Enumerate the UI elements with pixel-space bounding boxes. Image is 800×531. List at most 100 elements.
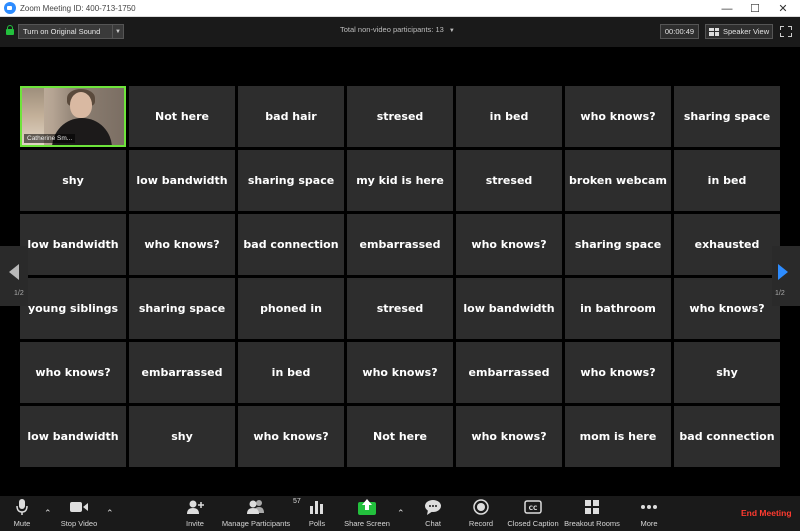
participant-tile[interactable]: sharing space (129, 278, 235, 339)
participant-tile[interactable]: broken webcam (565, 150, 671, 211)
participant-tile[interactable]: young siblings (20, 278, 126, 339)
participant-tile[interactable]: sharing space (674, 86, 780, 147)
minimize-icon[interactable]: — (714, 0, 740, 17)
participant-tile[interactable]: embarrassed (456, 342, 562, 403)
participant-name: stresed (376, 110, 424, 123)
chevron-down-icon[interactable]: ▼ (112, 25, 123, 38)
participant-name: young siblings (27, 302, 119, 315)
next-page-button[interactable]: 1/2 (772, 246, 800, 306)
mute-button[interactable]: Mute (8, 496, 36, 531)
participant-name: who knows? (253, 430, 329, 443)
chat-button[interactable]: Chat (420, 496, 446, 531)
participant-tile[interactable]: who knows? (456, 406, 562, 467)
closed-caption-button[interactable]: CC Closed Caption (504, 496, 562, 531)
invite-label: Invite (186, 519, 204, 528)
arrow-right-icon (778, 264, 788, 280)
participant-tile[interactable]: bad connection (238, 214, 344, 275)
participant-name: Not here (154, 110, 210, 123)
participant-name: broken webcam (569, 174, 667, 187)
participant-tile[interactable]: who knows? (674, 278, 780, 339)
invite-person-icon (186, 496, 204, 518)
participant-name: low bandwidth (136, 174, 228, 187)
participant-tile[interactable]: shy (129, 406, 235, 467)
polls-button[interactable]: Polls (302, 496, 332, 531)
participant-tile[interactable]: low bandwidth (20, 214, 126, 275)
lock-icon[interactable] (6, 25, 14, 35)
stop-video-button[interactable]: Stop Video (56, 496, 102, 531)
non-video-participants-dropdown[interactable]: Total non-video participants: 13 ▼ (340, 25, 455, 34)
participant-tile[interactable]: who knows? (129, 214, 235, 275)
participant-tile[interactable]: shy (674, 342, 780, 403)
participant-name: in bed (707, 174, 747, 187)
speaker-view-button[interactable]: Speaker View (705, 24, 773, 39)
original-sound-button[interactable]: Turn on Original Sound ▼ (18, 24, 124, 39)
record-button[interactable]: Record (466, 496, 496, 531)
participant-tile[interactable]: low bandwidth (456, 278, 562, 339)
participant-tile[interactable]: in bed (456, 86, 562, 147)
previous-page-button[interactable]: 1/2 (0, 246, 28, 306)
participant-tile[interactable]: who knows? (20, 342, 126, 403)
participant-tile[interactable]: bad connection (674, 406, 780, 467)
fullscreen-icon[interactable] (779, 24, 793, 39)
polls-bar-chart-icon (309, 496, 325, 518)
participant-name: embarrassed (468, 366, 550, 379)
more-button[interactable]: More (636, 496, 662, 531)
participant-name: bad hair (265, 110, 317, 123)
participant-tile[interactable]: low bandwidth (129, 150, 235, 211)
participant-tile[interactable]: who knows? (456, 214, 562, 275)
participant-tile[interactable]: who knows? (565, 86, 671, 147)
participant-tile[interactable]: in bed (674, 150, 780, 211)
participant-name: who knows? (35, 366, 111, 379)
participant-name: phoned in (260, 302, 322, 315)
participant-tile[interactable]: who knows? (347, 342, 453, 403)
participant-video-tile[interactable]: Catherine Sm... (20, 86, 126, 147)
share-screen-label: Share Screen (344, 519, 390, 528)
participant-tile[interactable]: sharing space (565, 214, 671, 275)
participant-tile[interactable]: phoned in (238, 278, 344, 339)
window-title-bar: Zoom Meeting ID: 400-713-1750 (0, 0, 800, 17)
invite-button[interactable]: Invite (180, 496, 210, 531)
share-options-caret-icon[interactable]: ⌃ (397, 508, 405, 519)
participant-tile[interactable]: my kid is here (347, 150, 453, 211)
participant-tile[interactable]: low bandwidth (20, 406, 126, 467)
participant-tile[interactable]: who knows? (238, 406, 344, 467)
participant-name: who knows? (144, 238, 220, 251)
participant-tile[interactable]: in bed (238, 342, 344, 403)
participant-tile[interactable]: embarrassed (129, 342, 235, 403)
end-meeting-button[interactable]: End Meeting (741, 508, 792, 518)
participant-tile[interactable]: exhausted (674, 214, 780, 275)
closed-caption-icon: CC (524, 496, 542, 518)
participant-tile[interactable]: mom is here (565, 406, 671, 467)
mute-label: Mute (13, 519, 31, 528)
maximize-icon[interactable]: ☐ (742, 0, 768, 17)
participant-face (70, 92, 92, 118)
participant-name: sharing space (247, 174, 335, 187)
participant-name: sharing space (138, 302, 226, 315)
participant-name: stresed (485, 174, 533, 187)
original-sound-label: Turn on Original Sound (23, 27, 101, 36)
participant-tile[interactable]: bad hair (238, 86, 344, 147)
participant-tile[interactable]: who knows? (565, 342, 671, 403)
record-icon (473, 496, 489, 518)
participant-tile[interactable]: embarrassed (347, 214, 453, 275)
manage-participants-button[interactable]: 57 Manage Participants (218, 496, 301, 531)
participant-tile[interactable]: Not here (129, 86, 235, 147)
share-screen-button[interactable]: Share Screen (343, 496, 391, 531)
participant-name: in bathroom (580, 302, 656, 315)
chat-label: Chat (425, 519, 441, 528)
participant-tile[interactable]: stresed (347, 278, 453, 339)
svg-text:CC: CC (529, 505, 538, 512)
participant-tile[interactable]: in bathroom (565, 278, 671, 339)
participant-tile[interactable]: stresed (456, 150, 562, 211)
audio-options-caret-icon[interactable]: ⌃ (44, 508, 52, 519)
video-options-caret-icon[interactable]: ⌃ (106, 508, 114, 519)
participant-tile[interactable]: stresed (347, 86, 453, 147)
share-screen-icon (357, 496, 377, 518)
participant-tile[interactable]: Not here (347, 406, 453, 467)
participant-tile[interactable]: shy (20, 150, 126, 211)
participant-tile[interactable]: sharing space (238, 150, 344, 211)
close-icon[interactable]: ✕ (770, 0, 796, 17)
breakout-rooms-icon (584, 496, 600, 518)
breakout-rooms-button[interactable]: Breakout Rooms (562, 496, 622, 531)
participant-name: low bandwidth (27, 238, 119, 251)
